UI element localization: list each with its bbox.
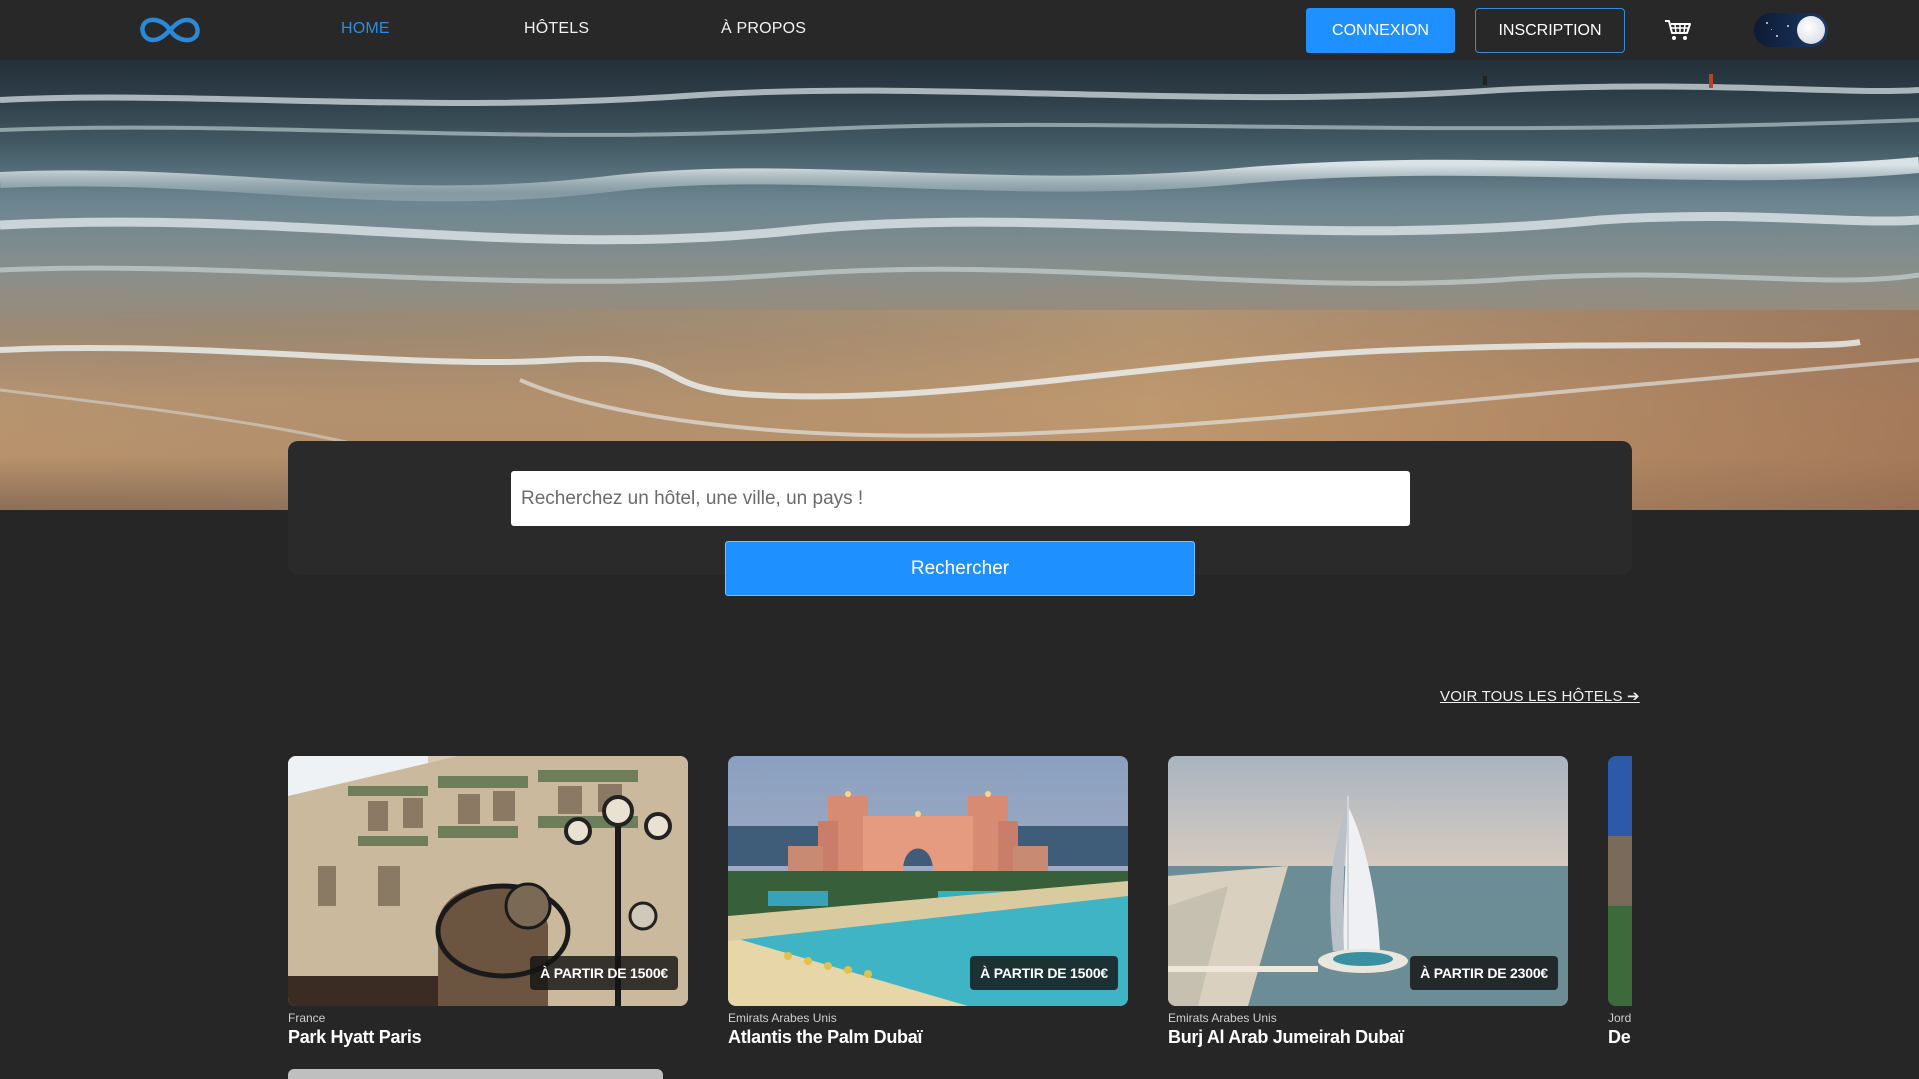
hotel-name: Burj Al Arab Jumeirah Dubaï bbox=[1168, 1027, 1404, 1047]
hotel-country: France bbox=[288, 1011, 326, 1025]
cart-icon[interactable] bbox=[1664, 18, 1692, 42]
hotel-country: Jord bbox=[1608, 1011, 1632, 1025]
hotel-card[interactable]: À PARTIR DE 1500€ Emirats Arabes Unis At… bbox=[728, 756, 1128, 1048]
hotel-card[interactable]: À PARTIR DE 1500€ France Park Hyatt Pari… bbox=[288, 756, 688, 1079]
see-all-hotels-link[interactable]: VOIR TOUS LES HÔTELS ➔ bbox=[1440, 687, 1640, 705]
card-bottom-bar bbox=[288, 1069, 663, 1079]
hotel-name: De bbox=[1608, 1027, 1631, 1047]
price-badge: À PARTIR DE 1500€ bbox=[530, 956, 678, 990]
hotel-card[interactable]: À PARTIR DE 2300€ Emirats Arabes Unis Bu… bbox=[1168, 756, 1568, 1048]
infinity-logo-icon[interactable] bbox=[137, 13, 203, 47]
hotel-image bbox=[1608, 756, 1632, 1006]
nav-link-home[interactable]: HOME bbox=[341, 20, 390, 38]
theme-toggle[interactable] bbox=[1754, 13, 1828, 47]
price-badge: À PARTIR DE 2300€ bbox=[1410, 956, 1558, 990]
search-panel: Rechercher bbox=[288, 441, 1632, 596]
hotel-card[interactable]: Jord De bbox=[1608, 756, 1632, 1048]
hotel-name: Atlantis the Palm Dubaï bbox=[728, 1027, 923, 1047]
register-button[interactable]: INSCRIPTION bbox=[1475, 8, 1625, 53]
hotel-cards-carousel: À PARTIR DE 1500€ France Park Hyatt Pari… bbox=[288, 756, 1632, 1079]
price-badge: À PARTIR DE 1500€ bbox=[970, 956, 1118, 990]
hotel-name: Park Hyatt Paris bbox=[288, 1027, 422, 1047]
hotel-image: À PARTIR DE 2300€ bbox=[1168, 756, 1568, 1006]
hotel-country: Emirats Arabes Unis bbox=[728, 1011, 837, 1025]
login-button[interactable]: CONNEXION bbox=[1306, 8, 1455, 53]
top-navbar: HOME HÔTELS À PROPOS CONNEXION INSCRIPTI… bbox=[0, 0, 1919, 60]
hotel-image: À PARTIR DE 1500€ bbox=[288, 756, 688, 1006]
hotel-country: Emirats Arabes Unis bbox=[1168, 1011, 1277, 1025]
nav-link-about[interactable]: À PROPOS bbox=[721, 20, 806, 38]
nav-link-hotels[interactable]: HÔTELS bbox=[524, 20, 589, 38]
search-button[interactable]: Rechercher bbox=[725, 541, 1195, 596]
search-input[interactable] bbox=[511, 471, 1410, 526]
moon-icon bbox=[1797, 16, 1825, 44]
hotel-image: À PARTIR DE 1500€ bbox=[728, 756, 1128, 1006]
